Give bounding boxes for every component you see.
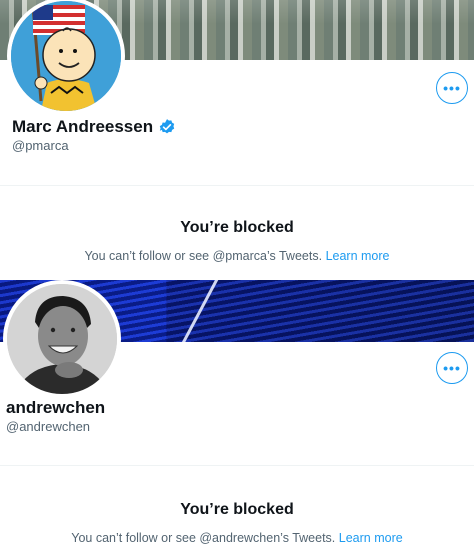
profile-card-andrewchen: ••• andrewchen @andrewchen You’re blocke… [0,272,474,545]
more-options-button[interactable]: ••• [436,352,468,384]
avatar[interactable] [3,280,121,398]
profile-name-row: andrewchen [6,398,105,418]
blocked-title: You’re blocked [180,219,294,236]
profile-handle: @andrewchen [6,419,91,434]
display-name: andrewchen [6,398,106,417]
avatar[interactable] [7,0,125,115]
profile-card-pmarca: ••• Marc Andreessen @pmarca You’re block… [0,0,474,272]
verified-badge-icon [159,119,175,134]
profile-handle: @pmarca [12,138,69,153]
divider [0,185,474,186]
blocked-title: You’re blocked [180,501,294,518]
blocked-description: You can’t follow or see @andrewchen’s Tw… [0,531,474,545]
divider [0,465,474,466]
more-options-button[interactable]: ••• [436,72,468,104]
blocked-description-text: You can’t follow or see @andrewchen’s Tw… [71,531,336,545]
blocked-description: You can’t follow or see @pmarca’s Tweets… [0,249,474,263]
profile-name-row: Marc Andreessen [12,117,176,137]
more-options-icon: ••• [443,360,461,376]
learn-more-link[interactable]: Learn more [326,249,390,263]
portrait-avatar-icon [7,284,117,394]
cartoon-avatar-icon [11,1,121,111]
display-name: Marc Andreessen [12,117,154,136]
banner-stripe [178,280,219,342]
blocked-description-text: You can’t follow or see @pmarca’s Tweets… [84,249,323,263]
more-options-icon: ••• [443,80,461,96]
learn-more-link[interactable]: Learn more [339,531,403,545]
